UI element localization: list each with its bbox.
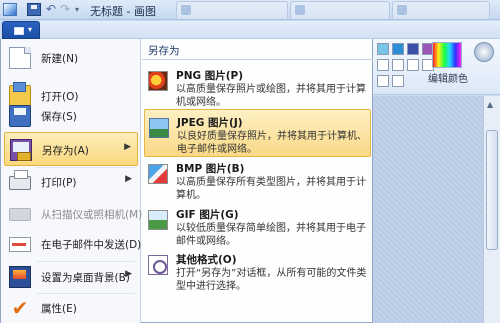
scrollbar-thumb[interactable]	[486, 130, 498, 250]
color-swatch[interactable]	[392, 75, 404, 87]
submenu-title: 另存为	[148, 45, 180, 57]
paint-menu-button[interactable]: ▾	[2, 21, 40, 39]
menu-item-new[interactable]: 新建(N)	[4, 41, 138, 75]
submenu-arrow-icon: ▶	[125, 174, 132, 184]
vertical-scrollbar[interactable]: ▲	[483, 96, 500, 323]
save-as-jpeg-option[interactable]: JPEG 图片(J) 以良好质量保存照片，并将其用于计算机、电子邮件或网络。	[144, 109, 371, 157]
save-as-other-formats-option[interactable]: 其他格式(O) 打开“另存为”对话框，从所有可能的文件类型中进行选择。	[144, 247, 371, 295]
edit-colors-label: 编辑颜色	[428, 74, 468, 85]
bmp-image-icon	[148, 164, 168, 184]
color-swatch[interactable]	[392, 43, 404, 55]
menu-item-from-scanner: 从扫描仪或照相机(M)	[4, 197, 142, 231]
color-swatch[interactable]	[407, 59, 419, 71]
edit-colors-button[interactable]	[432, 42, 462, 68]
paint-app-icon[interactable]	[3, 3, 17, 16]
color-picker-icon[interactable]	[474, 42, 494, 62]
color-swatch[interactable]	[377, 59, 389, 71]
scanner-icon	[9, 208, 31, 221]
submenu-arrow-icon: ▶	[125, 269, 132, 279]
png-image-icon	[148, 71, 168, 91]
save-as-png-option[interactable]: PNG 图片(P) 以高质量保存照片或绘图，并将其用于计算机或网络。	[144, 63, 371, 111]
menu-item-save-as[interactable]: 另存为(A) ▶	[4, 132, 138, 166]
gif-image-icon	[148, 210, 168, 230]
menu-item-set-desktop-background[interactable]: 设置为桌面背景(B) ▶	[4, 260, 138, 294]
tab-favicon-icon	[295, 5, 305, 15]
submenu-title-divider	[142, 59, 373, 60]
drawing-canvas[interactable]	[373, 96, 483, 323]
background-window-tab	[176, 1, 288, 19]
save-disk-icon	[9, 105, 31, 127]
color-swatch[interactable]	[392, 59, 404, 71]
color-swatch[interactable]	[377, 43, 389, 55]
email-icon	[9, 237, 31, 252]
save-as-bmp-option[interactable]: BMP 图片(B) 以高质量保存所有类型图片，并将其用于计算机。	[144, 156, 371, 204]
submenu-arrow-icon: ▶	[124, 142, 131, 152]
color-swatch[interactable]	[407, 43, 419, 55]
tab-favicon-icon	[181, 5, 191, 15]
tab-favicon-icon	[397, 5, 407, 15]
menu-item-print[interactable]: 打印(P) ▶	[4, 165, 138, 199]
background-window-tab	[392, 1, 490, 19]
save-as-gif-option[interactable]: GIF 图片(G) 以较低质量保存简单绘图，并将其用于电子邮件或网络。	[144, 202, 371, 250]
quick-save-icon[interactable]	[27, 3, 41, 16]
properties-checkmark-icon: ✔	[11, 296, 29, 320]
chevron-down-icon: ▾	[28, 25, 33, 34]
save-as-submenu: 另存为 PNG 图片(P) 以高质量保存照片或绘图，并将其用于计算机或网络。 J…	[142, 39, 373, 323]
ribbon-tab-strip	[40, 21, 500, 39]
undo-icon[interactable]: ↶	[44, 3, 58, 16]
save-as-icon	[10, 139, 32, 161]
other-formats-icon	[148, 255, 168, 275]
menu-item-properties[interactable]: ✔ 属性(E)	[4, 291, 138, 323]
window-title: 无标题 - 画图	[90, 5, 156, 18]
menu-item-save[interactable]: 保存(S)	[4, 99, 138, 133]
application-menu: 新建(N) 打开(O) 保存(S) 另存为(A) ▶ 打印(P) ▶ 从扫描仪或…	[0, 39, 373, 323]
menu-commands-pane: 新建(N) 打开(O) 保存(S) 另存为(A) ▶ 打印(P) ▶ 从扫描仪或…	[1, 39, 142, 323]
redo-icon[interactable]: ↷	[58, 3, 72, 16]
customize-toolbar-dropdown-icon[interactable]: ▾	[73, 3, 81, 16]
menu-item-send-email[interactable]: 在电子邮件中发送(D)	[4, 227, 141, 261]
desktop-background-icon	[9, 266, 31, 288]
menu-document-icon	[14, 27, 24, 35]
background-window-tab	[290, 1, 390, 19]
color-swatch[interactable]	[377, 75, 389, 87]
title-bar: ↶ ↷ ▾ 无标题 - 画图	[0, 0, 500, 20]
scroll-up-icon[interactable]: ▲	[487, 100, 493, 109]
printer-icon	[9, 170, 31, 190]
new-file-icon	[9, 47, 31, 69]
jpeg-image-icon	[149, 118, 169, 138]
